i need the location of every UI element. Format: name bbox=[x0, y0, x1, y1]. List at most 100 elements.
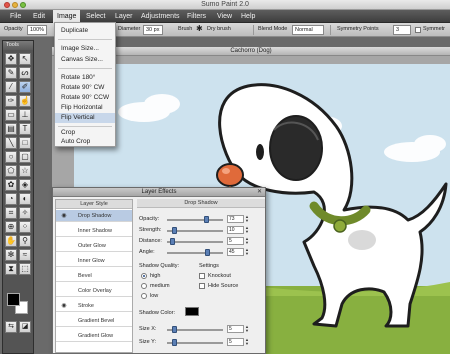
diameter-field[interactable]: 30 px bbox=[143, 25, 163, 35]
pencil-tool-icon[interactable]: ✎ bbox=[5, 67, 17, 79]
menu-auto-crop[interactable]: Auto Crop bbox=[55, 137, 115, 147]
opacity-field[interactable]: 100% bbox=[27, 25, 47, 35]
symmetry-points-field[interactable]: 3 bbox=[393, 25, 411, 35]
menu-edit[interactable]: Edit bbox=[29, 10, 49, 23]
layer-style-item[interactable]: Color Overlay bbox=[56, 285, 132, 297]
menu-filters[interactable]: Filters bbox=[183, 10, 210, 23]
quality-low-radio[interactable] bbox=[141, 293, 147, 299]
eye-icon[interactable] bbox=[58, 287, 70, 295]
layer-style-item[interactable]: ◉ Stroke bbox=[56, 300, 132, 312]
slider-knob[interactable] bbox=[172, 339, 178, 346]
menu-file[interactable]: File bbox=[6, 10, 25, 23]
slider-value-field[interactable]: 10 bbox=[227, 226, 244, 234]
eye-icon[interactable]: ◉ bbox=[58, 302, 70, 310]
slider-value-field[interactable]: 73 bbox=[227, 215, 244, 223]
eye-icon[interactable] bbox=[58, 332, 70, 340]
slider-value-field[interactable]: 5 bbox=[227, 325, 244, 333]
menu-flip-vertical[interactable]: Flip Vertical bbox=[55, 113, 115, 123]
stamp-tool-icon[interactable]: ⊥ bbox=[19, 109, 31, 121]
default-colors-icon[interactable]: ◪ bbox=[19, 321, 31, 333]
knockout-checkbox[interactable] bbox=[199, 273, 205, 279]
wand-tool-icon[interactable]: ✧ bbox=[19, 207, 31, 219]
close-icon[interactable]: ✕ bbox=[256, 189, 263, 196]
text-tool-icon[interactable]: T bbox=[19, 123, 31, 135]
eye-icon[interactable] bbox=[58, 227, 70, 235]
layer-style-item[interactable]: Inner Shadow bbox=[56, 225, 132, 237]
slider-value-field[interactable]: 45 bbox=[227, 248, 244, 256]
layer-style-item[interactable]: Inner Glow bbox=[56, 255, 132, 267]
quality-high-radio[interactable] bbox=[141, 273, 147, 279]
layer-style-item[interactable]: Bevel bbox=[56, 270, 132, 282]
warp-tool-icon[interactable]: ≈ bbox=[19, 249, 31, 261]
brush-tool-icon[interactable]: ✐ bbox=[19, 81, 31, 93]
layer-style-item[interactable]: Outer Glow bbox=[56, 240, 132, 252]
blur-tool-icon[interactable]: ◔ bbox=[5, 193, 17, 205]
swap-colors-icon[interactable]: ⇆ bbox=[5, 321, 17, 333]
selection-tool-icon[interactable]: ⬚ bbox=[19, 263, 31, 275]
quality-medium-radio[interactable] bbox=[141, 283, 147, 289]
slider-knob[interactable] bbox=[204, 216, 210, 223]
eye-icon[interactable]: ◉ bbox=[58, 212, 70, 220]
fill-tool-icon[interactable]: ◈ bbox=[19, 179, 31, 191]
star-tool-icon[interactable]: ☆ bbox=[19, 165, 31, 177]
blend-mode-select[interactable]: Normal bbox=[292, 25, 324, 35]
layer-style-item[interactable]: ◉ Drop Shadow bbox=[56, 210, 132, 222]
brush-icon[interactable]: ✱ bbox=[196, 24, 203, 33]
airbrush-tool-icon[interactable]: ✑ bbox=[5, 95, 17, 107]
line-tool-icon[interactable]: ╲ bbox=[5, 137, 17, 149]
menu-help[interactable]: Help bbox=[237, 10, 259, 23]
stepper-icon[interactable]: ▲ ▼ bbox=[245, 237, 250, 245]
slider-knob[interactable] bbox=[172, 326, 178, 333]
move-tool-icon[interactable]: ✥ bbox=[5, 53, 17, 65]
symmetry-tool-icon[interactable]: ✻ bbox=[5, 249, 17, 261]
crop-tool-icon[interactable]: ⌗ bbox=[5, 207, 17, 219]
spray-tool-icon[interactable]: ⁘ bbox=[19, 221, 31, 233]
smudge-tool-icon[interactable]: ☝ bbox=[19, 95, 31, 107]
lasso-tool-icon[interactable]: ᔕ bbox=[19, 67, 31, 79]
slider-knob[interactable] bbox=[172, 227, 178, 234]
menu-flip-horizontal[interactable]: Flip Horizontal bbox=[55, 103, 115, 113]
pointer-tool-icon[interactable]: ↖ bbox=[19, 53, 31, 65]
rounded-rect-tool-icon[interactable]: ▢ bbox=[19, 151, 31, 163]
brush-select[interactable]: Dry brush bbox=[207, 26, 231, 32]
gradient-tool-icon[interactable]: ▤ bbox=[5, 123, 17, 135]
slider-value-field[interactable]: 5 bbox=[227, 338, 244, 346]
slider-track[interactable] bbox=[167, 252, 223, 254]
polygon-tool-icon[interactable]: ⬠ bbox=[5, 165, 17, 177]
dodge-tool-icon[interactable]: ◐ bbox=[19, 193, 31, 205]
menu-duplicate[interactable]: Duplicate bbox=[55, 26, 115, 36]
stepper-icon[interactable]: ▲ ▼ bbox=[245, 338, 250, 346]
rectangle-tool-icon[interactable]: □ bbox=[19, 137, 31, 149]
clone-tool-icon[interactable]: ⊕ bbox=[5, 221, 17, 233]
menu-rotate-180[interactable]: Rotate 180° bbox=[55, 73, 115, 83]
menu-rotate-90-ccw[interactable]: Rotate 90° CCW bbox=[55, 93, 115, 103]
eye-icon[interactable] bbox=[58, 257, 70, 265]
stepper-icon[interactable]: ▲ ▼ bbox=[245, 248, 250, 256]
layer-style-item[interactable]: Gradient Glow bbox=[56, 330, 132, 342]
zoom-tool-icon[interactable]: ⚲ bbox=[19, 235, 31, 247]
eraser-tool-icon[interactable]: ▭ bbox=[5, 109, 17, 121]
slider-knob[interactable] bbox=[205, 249, 211, 256]
hand-tool-icon[interactable]: ✋ bbox=[5, 235, 17, 247]
slider-knob[interactable] bbox=[169, 238, 175, 245]
shape-tool-icon[interactable]: ✿ bbox=[5, 179, 17, 191]
symmetry-checkbox[interactable] bbox=[415, 27, 421, 33]
menu-image-size[interactable]: Image Size... bbox=[55, 44, 115, 54]
menu-view[interactable]: View bbox=[213, 10, 236, 23]
slider-track[interactable] bbox=[167, 241, 223, 243]
bucket-tool-icon[interactable]: ⧗ bbox=[5, 263, 17, 275]
slider-track[interactable] bbox=[167, 219, 223, 221]
menu-canvas-size[interactable]: Canvas Size... bbox=[55, 55, 115, 65]
shadow-color-swatch[interactable] bbox=[185, 307, 199, 316]
slider-value-field[interactable]: 5 bbox=[227, 237, 244, 245]
eye-icon[interactable] bbox=[58, 317, 70, 325]
stepper-icon[interactable]: ▲ ▼ bbox=[245, 215, 250, 223]
hide-source-checkbox[interactable] bbox=[199, 283, 205, 289]
eyedropper-tool-icon[interactable]: ⁄ bbox=[5, 81, 17, 93]
stepper-icon[interactable]: ▲ ▼ bbox=[245, 226, 250, 234]
menu-rotate-90-cw[interactable]: Rotate 90° CW bbox=[55, 83, 115, 93]
eye-icon[interactable] bbox=[58, 242, 70, 250]
layer-style-item[interactable]: Gradient Bevel bbox=[56, 315, 132, 327]
foreground-color-swatch[interactable] bbox=[7, 293, 20, 306]
stepper-icon[interactable]: ▲ ▼ bbox=[245, 325, 250, 333]
